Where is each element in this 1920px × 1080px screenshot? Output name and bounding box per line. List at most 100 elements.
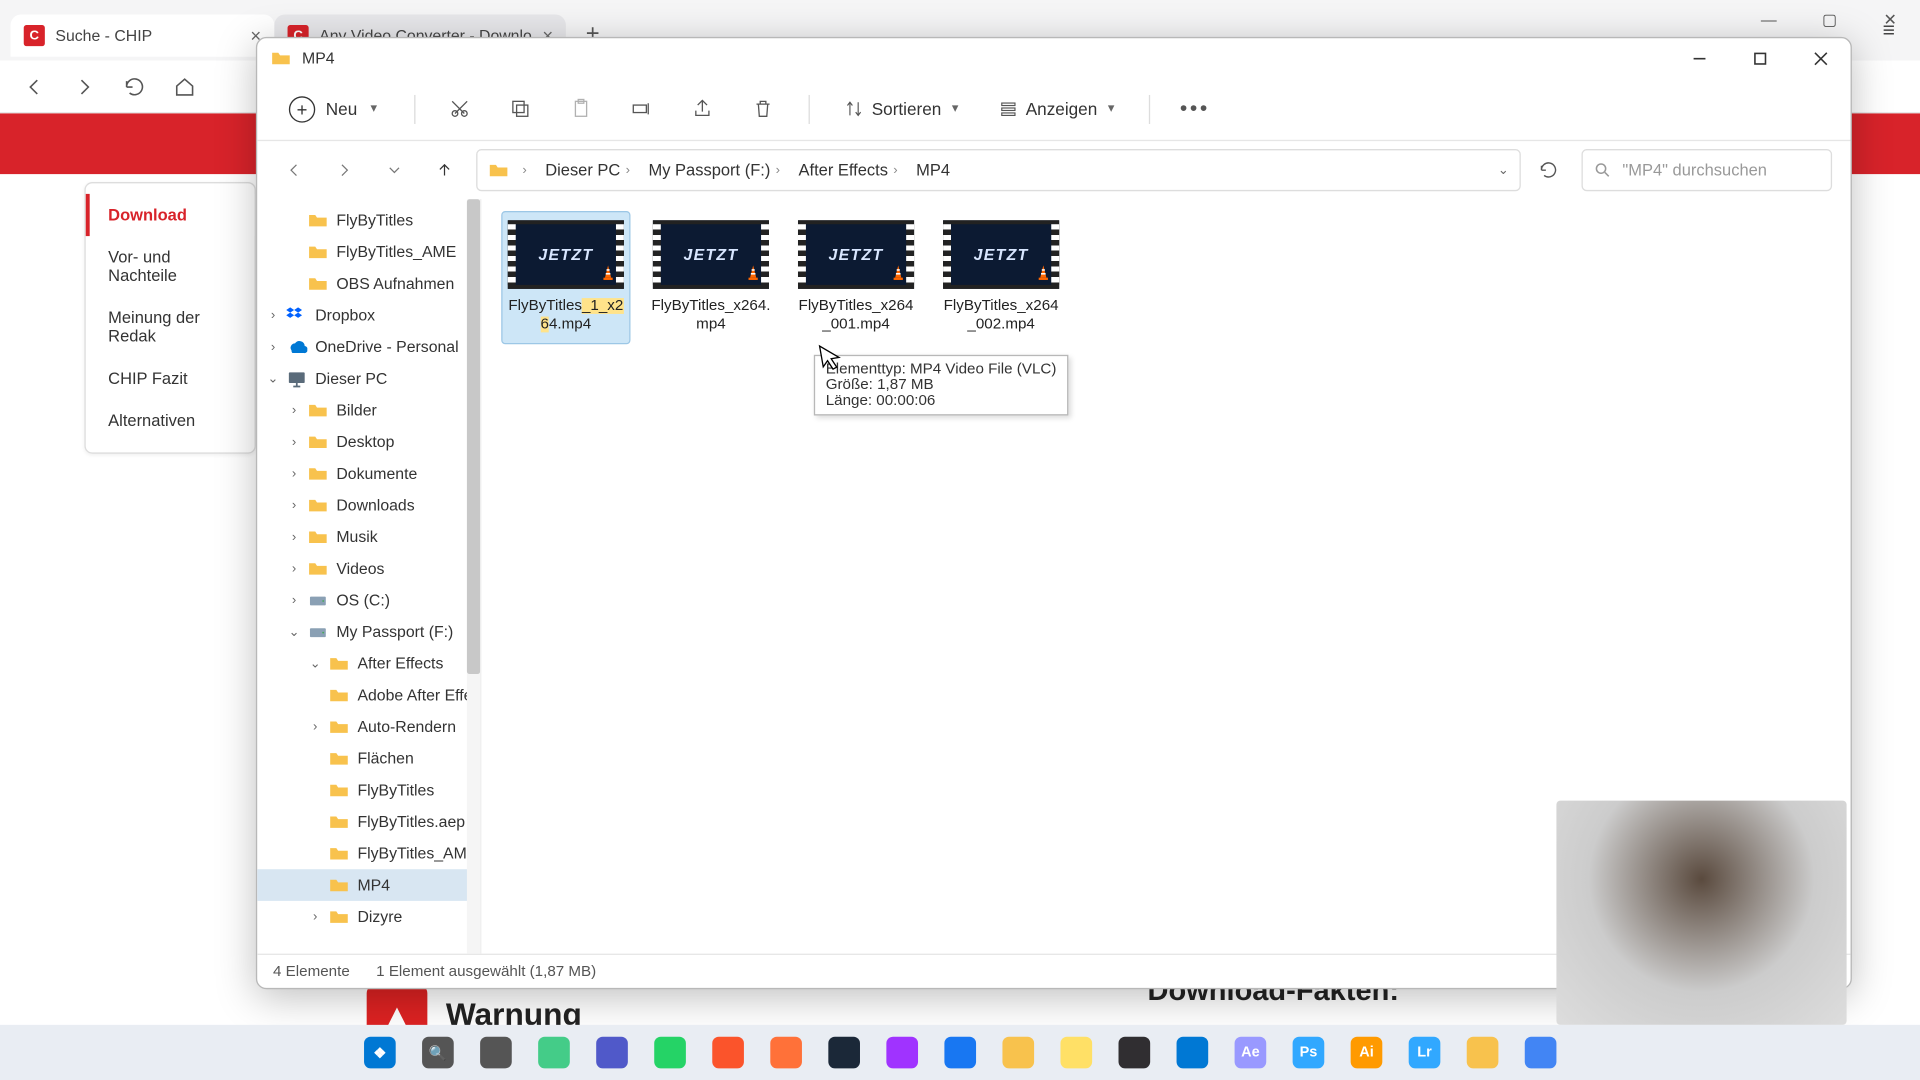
view-button[interactable]: Anzeigen ▾ <box>987 94 1125 124</box>
taskbar-steam-icon[interactable] <box>820 1029 867 1076</box>
taskbar-messenger-icon[interactable] <box>878 1029 925 1076</box>
taskbar-search-icon[interactable]: 🔍 <box>414 1029 461 1076</box>
forward-button[interactable] <box>66 68 103 105</box>
tree-item[interactable]: ›Dizyre <box>257 901 480 933</box>
rename-button[interactable] <box>621 88 663 130</box>
share-button[interactable] <box>682 88 724 130</box>
cut-button[interactable] <box>439 88 481 130</box>
file-item[interactable]: JETZTFlyByTitles_x264_002.mp4 <box>938 212 1065 342</box>
delete-button[interactable] <box>742 88 784 130</box>
minimize-button[interactable] <box>1669 38 1730 78</box>
expand-icon[interactable]: › <box>286 435 302 450</box>
tree-item[interactable]: ›Desktop <box>257 426 480 458</box>
taskbar-photoshop-icon[interactable]: Ps <box>1285 1029 1332 1076</box>
taskbar-facebook-icon[interactable] <box>936 1029 983 1076</box>
back-button[interactable] <box>16 68 53 105</box>
expand-icon[interactable]: › <box>286 498 302 513</box>
tree-item[interactable]: FlyByTitles <box>257 204 480 236</box>
sidebar-item-download[interactable]: Download <box>86 194 255 236</box>
tree-item[interactable]: OBS Aufnahmen <box>257 268 480 300</box>
tree-item[interactable]: ›OneDrive - Personal <box>257 331 480 363</box>
taskbar-earth-icon[interactable] <box>1517 1029 1564 1076</box>
expand-icon[interactable]: › <box>286 403 302 418</box>
taskbar-whatsapp-icon[interactable] <box>646 1029 693 1076</box>
reload-button[interactable] <box>116 68 153 105</box>
tree-item[interactable]: ›Bilder <box>257 394 480 426</box>
taskbar-stickynotes-icon[interactable] <box>1053 1029 1100 1076</box>
copy-button[interactable] <box>500 88 542 130</box>
refresh-button[interactable] <box>1529 150 1569 190</box>
crumb-mp4[interactable]: MP4 <box>911 158 955 182</box>
taskbar-start-icon[interactable]: ❖ <box>356 1029 403 1076</box>
browser-tab-0[interactable]: C Suche - CHIP × <box>11 15 275 57</box>
taskbar-firefox-icon[interactable] <box>762 1029 809 1076</box>
window-titlebar[interactable]: MP4 <box>257 38 1850 78</box>
file-item[interactable]: JETZTFlyByTitles_1_x264.mp4 <box>503 212 630 342</box>
expand-icon[interactable]: ⌄ <box>307 656 323 671</box>
sort-button[interactable]: Sortieren ▾ <box>833 94 969 124</box>
sidebar-item-pros-cons[interactable]: Vor- und Nachteile <box>86 236 255 297</box>
crumb-drive[interactable]: My Passport (F:)› <box>643 158 785 182</box>
browser-menu-button[interactable]: ≡ <box>1870 13 1907 50</box>
home-button[interactable] <box>166 68 203 105</box>
tree-item[interactable]: ⌄Dieser PC <box>257 363 480 395</box>
expand-icon[interactable]: › <box>307 909 323 924</box>
new-button[interactable]: + Neu ▾ <box>276 90 391 127</box>
tree-item[interactable]: FlyByTitles <box>257 774 480 806</box>
taskbar-files-icon[interactable] <box>1459 1029 1506 1076</box>
tree-item[interactable]: ›Musik <box>257 521 480 553</box>
taskbar-taskview-icon[interactable] <box>472 1029 519 1076</box>
sidebar-item-alternatives[interactable]: Alternativen <box>86 400 255 442</box>
tree-item[interactable]: FlyByTitles_AME <box>257 838 480 870</box>
tree-item[interactable]: ›OS (C:) <box>257 584 480 616</box>
tree-item[interactable]: ›Dropbox <box>257 299 480 331</box>
expand-icon[interactable]: › <box>265 308 281 323</box>
scrollbar[interactable] <box>467 199 480 953</box>
tree-item[interactable]: Flächen <box>257 743 480 775</box>
taskbar[interactable]: ❖🔍AePsAiLr <box>0 1025 1920 1080</box>
expand-icon[interactable]: › <box>286 466 302 481</box>
scrollbar-thumb[interactable] <box>467 199 480 674</box>
taskbar-vscode-icon[interactable] <box>1169 1029 1216 1076</box>
tree-item[interactable]: ›Videos <box>257 553 480 585</box>
breadcrumb-bar[interactable]: › Dieser PC› My Passport (F:)› After Eff… <box>476 149 1521 191</box>
minimize-button[interactable]: — <box>1738 0 1799 40</box>
expand-icon[interactable]: ⌄ <box>286 625 302 640</box>
navigation-pane[interactable]: FlyByTitlesFlyByTitles_AMEOBS Aufnahmen›… <box>257 199 481 953</box>
tree-item[interactable]: ⌄My Passport (F:) <box>257 616 480 648</box>
search-input[interactable]: "MP4" durchsuchen <box>1581 149 1832 191</box>
chevron-down-icon[interactable]: ⌄ <box>1498 163 1509 178</box>
expand-icon[interactable]: ⌄ <box>265 371 281 386</box>
taskbar-explorer-icon[interactable] <box>995 1029 1042 1076</box>
taskbar-obs-icon[interactable] <box>1111 1029 1158 1076</box>
tree-item[interactable]: Adobe After Effec <box>257 679 480 711</box>
taskbar-lightroom-icon[interactable]: Lr <box>1401 1029 1448 1076</box>
taskbar-widgets-icon[interactable] <box>530 1029 577 1076</box>
expand-icon[interactable]: › <box>307 720 323 735</box>
taskbar-teams-icon[interactable] <box>588 1029 635 1076</box>
expand-icon[interactable]: › <box>286 593 302 608</box>
more-button[interactable]: ••• <box>1174 88 1216 130</box>
taskbar-aftereffects-icon[interactable]: Ae <box>1227 1029 1274 1076</box>
paste-button[interactable] <box>560 88 602 130</box>
crumb-this-pc[interactable]: Dieser PC› <box>540 158 635 182</box>
tree-item[interactable]: ⌄After Effects <box>257 648 480 680</box>
sidebar-item-opinion[interactable]: Meinung der Redak <box>86 297 255 358</box>
tree-item[interactable]: ›Downloads <box>257 489 480 521</box>
tree-item[interactable]: ›Dokumente <box>257 458 480 490</box>
tree-item[interactable]: FlyByTitles.aep Pro <box>257 806 480 838</box>
taskbar-brave-icon[interactable] <box>704 1029 751 1076</box>
recent-button[interactable] <box>376 152 413 189</box>
tree-item[interactable]: MP4 <box>257 869 480 901</box>
tree-item[interactable]: FlyByTitles_AME <box>257 236 480 268</box>
file-item[interactable]: JETZTFlyByTitles_x264_001.mp4 <box>793 212 920 342</box>
tree-item[interactable]: ›Auto-Rendern <box>257 711 480 743</box>
forward-button[interactable] <box>326 152 363 189</box>
expand-icon[interactable]: › <box>286 530 302 545</box>
crumb-ae[interactable]: After Effects› <box>793 158 903 182</box>
up-button[interactable] <box>426 152 463 189</box>
sidebar-item-fazit[interactable]: CHIP Fazit <box>86 357 255 399</box>
back-button[interactable] <box>276 152 313 189</box>
expand-icon[interactable]: › <box>265 340 281 355</box>
file-item[interactable]: JETZTFlyByTitles_x264.mp4 <box>648 212 775 342</box>
